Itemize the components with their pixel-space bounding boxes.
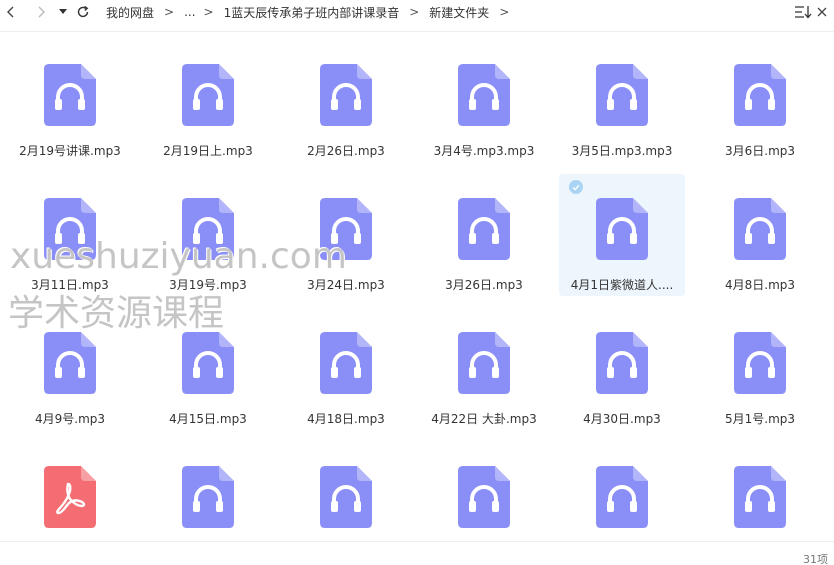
file-name: 4月15日.mp3	[169, 412, 247, 426]
forward-button[interactable]	[30, 1, 52, 23]
close-icon	[817, 7, 827, 17]
file-name: 3月24日.mp3	[307, 278, 385, 292]
breadcrumb-current-folder[interactable]: 新建文件夹	[427, 4, 491, 21]
headphones-icon	[182, 198, 234, 260]
file-name: 3月26日.mp3	[445, 278, 523, 292]
headphones-icon	[320, 64, 372, 126]
file-item[interactable]: 5月1号.mp3	[697, 308, 823, 430]
file-grid: 2月19号讲课.mp3 2月19日上.mp3 2月26日.mp3 3月4号.mp3.m…	[0, 32, 834, 540]
item-count: 31项	[803, 553, 828, 565]
headphones-icon	[458, 332, 510, 394]
headphones-icon	[44, 64, 96, 126]
close-button[interactable]	[814, 3, 830, 21]
breadcrumb-ellipsis[interactable]: ...	[182, 5, 197, 19]
toolbar: 我的网盘 > ... > 1蓝天辰传承弟子班内部讲课录音 > 新建文件夹 >	[0, 0, 834, 24]
file-name: 4月18日.mp3	[307, 412, 385, 426]
headphones-icon	[182, 64, 234, 126]
headphones-icon	[44, 198, 96, 260]
headphones-icon	[734, 466, 786, 528]
file-item[interactable]: 4月1日紫微道人....	[559, 174, 685, 296]
file-item[interactable]: 3月19号.mp3	[145, 174, 271, 296]
file-item[interactable]: 4月22日 大卦.mp3	[421, 308, 547, 430]
file-name: 5月1号.mp3	[724, 412, 796, 426]
breadcrumb-separator: >	[203, 5, 214, 19]
file-name: 3月6日.mp3	[724, 144, 796, 158]
headphones-icon	[44, 332, 96, 394]
file-item[interactable]: 2月19号讲课.mp3	[7, 40, 133, 162]
file-item[interactable]: 5月21日六十甲子...	[421, 442, 547, 540]
file-name: 3月11日.mp3	[31, 278, 109, 292]
file-name: 4月30日.mp3	[583, 412, 661, 426]
file-name: 3月4号.mp3.mp3	[433, 144, 535, 158]
file-name: 3月5日.mp3.mp3	[571, 144, 673, 158]
headphones-icon	[458, 198, 510, 260]
file-item[interactable]: 4月8日.mp3	[697, 174, 823, 296]
file-item[interactable]: 3月4号.mp3.mp3	[421, 40, 547, 162]
file-item[interactable]: 5月27日一段日时...	[559, 442, 685, 540]
refresh-button[interactable]	[72, 1, 94, 23]
back-button[interactable]	[0, 1, 22, 23]
headphones-icon	[320, 198, 372, 260]
headphones-icon	[734, 332, 786, 394]
headphones-icon	[458, 466, 510, 528]
refresh-icon	[77, 5, 89, 18]
breadcrumb-separator: >	[164, 5, 175, 19]
headphones-icon	[320, 332, 372, 394]
selected-check-icon[interactable]	[569, 180, 583, 194]
caret-down-icon	[59, 9, 67, 14]
headphones-icon	[596, 64, 648, 126]
pdf-icon	[44, 466, 96, 528]
file-name: 4月9号.mp3	[34, 412, 106, 426]
breadcrumb-parent-folder[interactable]: 1蓝天辰传承弟子班内部讲课录音	[222, 4, 402, 21]
file-name: 3月19号.mp3	[169, 278, 247, 292]
file-item[interactable]: 4月15日.mp3	[145, 308, 271, 430]
file-item[interactable]: 5月28号清版....	[697, 442, 823, 540]
breadcrumb: 我的网盘 > ... > 1蓝天辰传承弟子班内部讲课录音 > 新建文件夹 >	[104, 4, 517, 21]
file-item[interactable]: 3月6日.mp3	[697, 40, 823, 162]
file-name: 4月8日.mp3	[724, 278, 796, 292]
status-bar: 31项	[0, 541, 834, 565]
file-item[interactable]: 3月5日.mp3.mp3	[559, 40, 685, 162]
headphones-icon	[734, 64, 786, 126]
file-item[interactable]: 3月11日.mp3	[7, 174, 133, 296]
sort-button[interactable]	[794, 3, 812, 21]
headphones-icon	[320, 466, 372, 528]
sort-icon	[795, 6, 812, 19]
headphones-icon	[596, 332, 648, 394]
headphones-icon	[596, 466, 648, 528]
headphones-icon	[182, 332, 234, 394]
chevron-left-icon	[7, 6, 14, 18]
file-name: 2月19日上.mp3	[163, 144, 253, 158]
headphones-icon	[734, 198, 786, 260]
file-item[interactable]: 5月20日下....	[283, 442, 409, 540]
breadcrumb-root[interactable]: 我的网盘	[104, 4, 156, 21]
chevron-right-icon	[38, 6, 45, 18]
file-name: 4月22日 大卦.mp3	[431, 412, 537, 426]
file-item[interactable]: 4月30日.mp3	[559, 308, 685, 430]
file-item[interactable]: 5月20日....	[145, 442, 271, 540]
headphones-icon	[182, 466, 234, 528]
file-item[interactable]: 3月26日.mp3	[421, 174, 547, 296]
file-item[interactable]: 3月24日.mp3	[283, 174, 409, 296]
file-item[interactable]: 4月18日.mp3	[283, 308, 409, 430]
file-item[interactable]: 2月26日.mp3	[283, 40, 409, 162]
file-item[interactable]: 2月19日上.mp3	[145, 40, 271, 162]
breadcrumb-separator: >	[409, 5, 420, 19]
file-name: 2月26日.mp3	[307, 144, 385, 158]
file-item[interactable]: 4月9号.mp3	[7, 308, 133, 430]
file-item[interactable]: 5月1号...	[7, 442, 133, 540]
headphones-icon	[596, 198, 648, 260]
headphones-icon	[458, 64, 510, 126]
breadcrumb-separator: >	[499, 5, 510, 19]
file-name: 2月19号讲课.mp3	[19, 144, 121, 158]
history-dropdown[interactable]	[56, 1, 70, 23]
file-name: 4月1日紫微道人....	[570, 278, 674, 292]
